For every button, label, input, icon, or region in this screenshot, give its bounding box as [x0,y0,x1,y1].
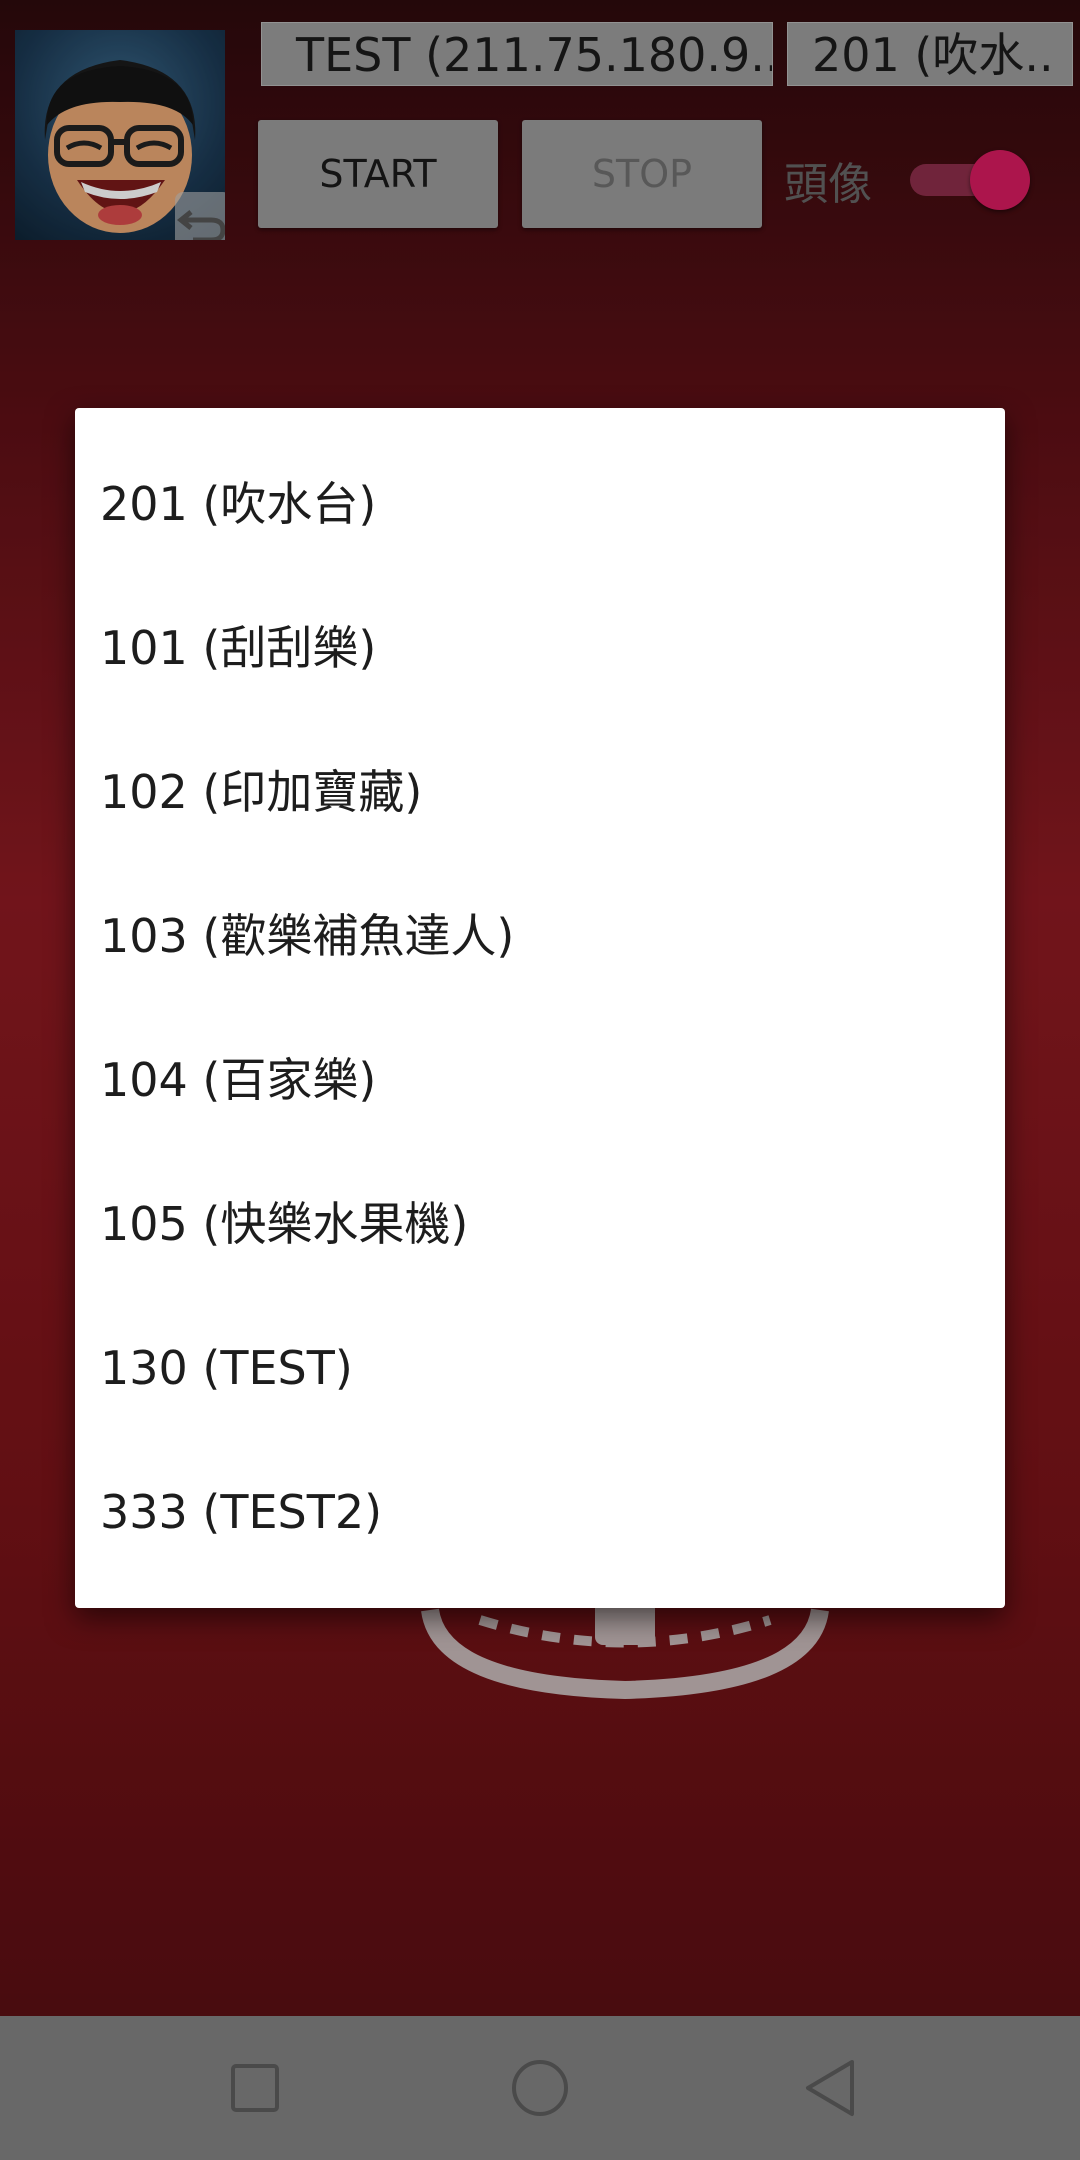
dialog-option[interactable]: 101 (刮刮樂) [75,576,1005,720]
home-icon[interactable] [480,2016,600,2160]
dialog-option[interactable]: 102 (印加寶藏) [75,720,1005,864]
dialog-option[interactable]: 130 (TEST) [75,1296,1005,1440]
dialog-option[interactable]: 105 (快樂水果機) [75,1152,1005,1296]
dialog-option[interactable]: 201 (吹水台) [75,432,1005,576]
dialog-option[interactable]: 104 (百家樂) [75,1008,1005,1152]
dialog-option[interactable]: 333 (TEST2) [75,1440,1005,1584]
back-icon[interactable] [770,2016,890,2160]
game-select-dialog: 201 (吹水台) 101 (刮刮樂) 102 (印加寶藏) 103 (歡樂補魚… [75,408,1005,1608]
dialog-option[interactable]: 103 (歡樂補魚達人) [75,864,1005,1008]
recents-icon[interactable] [195,2016,315,2160]
system-navigation-bar [0,2016,1080,2160]
